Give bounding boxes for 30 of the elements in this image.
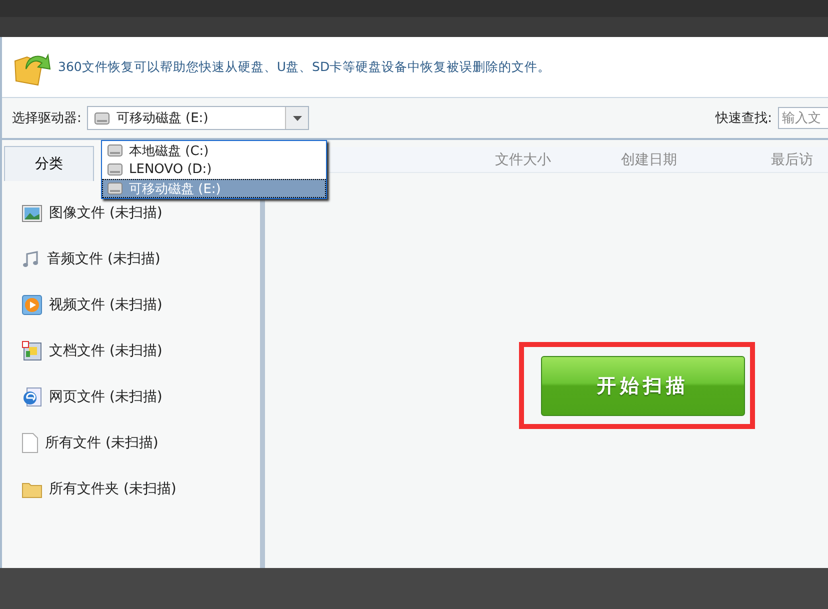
blank-file-icon bbox=[22, 433, 38, 453]
category-item[interactable]: 图像文件 (未扫描) bbox=[49, 204, 162, 222]
drive-select[interactable]: 可移动磁盘 (E:) bbox=[87, 106, 310, 130]
category-item[interactable]: 所有文件 (未扫描) bbox=[45, 434, 158, 452]
document-icon bbox=[22, 341, 42, 361]
drive-icon bbox=[107, 144, 123, 157]
category-item[interactable]: 所有文件夹 (未扫描) bbox=[49, 480, 176, 498]
column-header: 创建日期 bbox=[621, 150, 678, 168]
drive-label: 选择驱动器: bbox=[12, 110, 82, 127]
picture-icon bbox=[22, 204, 42, 222]
globe-page-icon bbox=[22, 387, 42, 407]
drive-icon bbox=[107, 163, 123, 176]
category-item[interactable]: 视频文件 (未扫描) bbox=[49, 296, 162, 314]
drive-option[interactable]: LENOVO (D:) bbox=[102, 160, 326, 179]
search-field[interactable]: 输入文 bbox=[778, 107, 828, 129]
category-tab[interactable]: 分类 bbox=[4, 146, 94, 181]
category-item[interactable]: 网页文件 (未扫描) bbox=[49, 388, 162, 406]
drive-icon bbox=[107, 182, 123, 195]
column-header: 最后访 bbox=[771, 150, 813, 168]
column-header: 文件大小 bbox=[495, 150, 552, 168]
music-note-icon bbox=[22, 250, 40, 268]
search-label: 快速查找: bbox=[716, 110, 772, 127]
caret-icon bbox=[292, 116, 302, 120]
description-text: 360文件恢复可以帮助您快速从硬盘、U盘、SD卡等硬盘设备中恢复被误删除的文件。 bbox=[58, 58, 551, 76]
folder-icon bbox=[22, 480, 42, 498]
category-item[interactable]: 音频文件 (未扫描) bbox=[47, 250, 160, 268]
play-icon bbox=[22, 295, 42, 315]
drive-icon bbox=[94, 112, 110, 124]
drive-option[interactable]: 本地磁盘 (C:) bbox=[102, 141, 326, 160]
category-item[interactable]: 文档文件 (未扫描) bbox=[49, 342, 162, 360]
